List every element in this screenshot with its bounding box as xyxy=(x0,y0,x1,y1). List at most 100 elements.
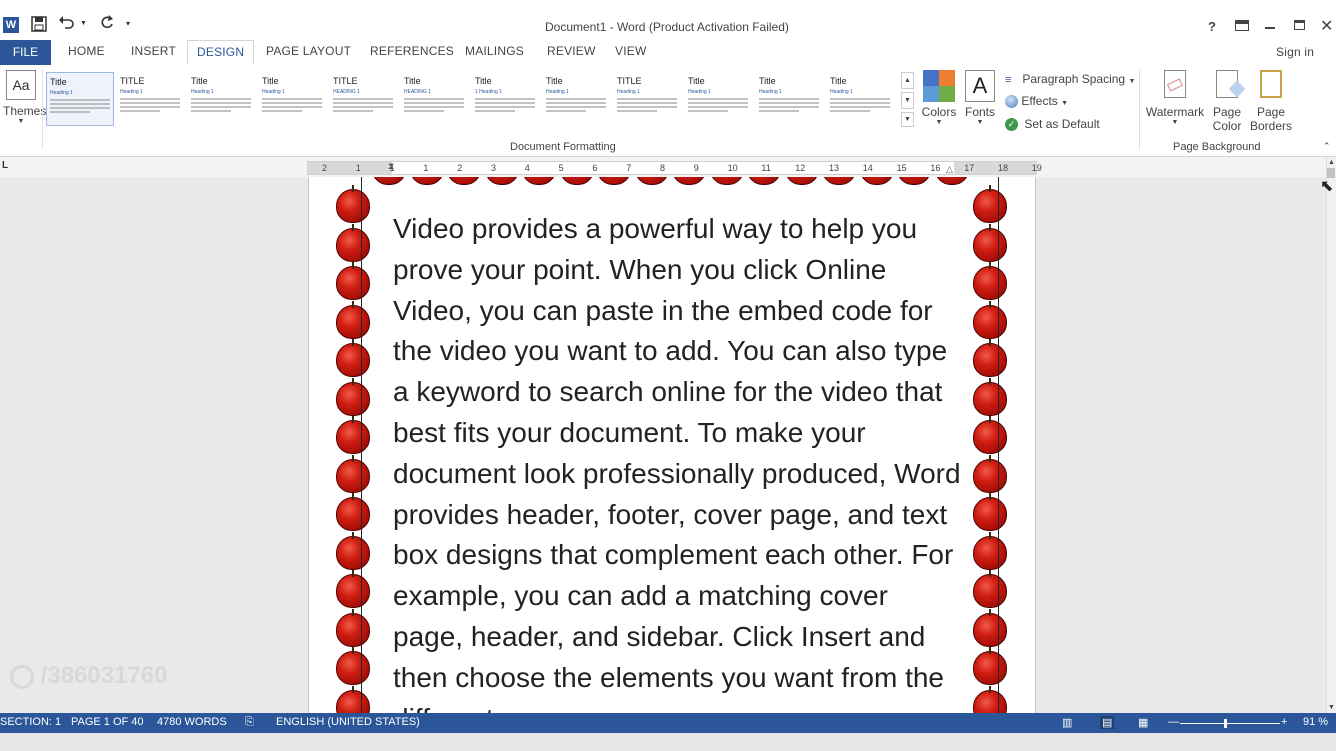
style-set-title: TITLE xyxy=(333,76,358,86)
save-icon[interactable] xyxy=(30,16,48,34)
style-set-text-line xyxy=(546,106,606,108)
set-as-default-button[interactable]: ✓ Set as Default xyxy=(1005,117,1100,133)
style-set-title: Title xyxy=(830,76,847,86)
document-area: Video provides a powerful way to help yo… xyxy=(0,177,1336,713)
zoom-in-icon[interactable]: + xyxy=(1281,716,1287,728)
tab-view[interactable]: VIEW xyxy=(615,44,646,58)
style-set-thumbnail[interactable]: Title Heading 1 xyxy=(543,72,611,126)
status-section[interactable]: SECTION: 1 xyxy=(0,716,61,728)
fonts-label: Fonts xyxy=(964,105,995,119)
proofing-icon[interactable]: ⎘ xyxy=(245,716,254,729)
ruler-tick-label: 2 xyxy=(322,163,328,173)
help-icon[interactable]: ? xyxy=(1208,19,1216,34)
zoom-slider-thumb[interactable] xyxy=(1224,719,1227,728)
apple-border-icon xyxy=(336,493,370,531)
ruler-tick-label: 18 xyxy=(998,163,1009,173)
tab-mailings[interactable]: MAILINGS xyxy=(465,44,524,58)
tab-selector[interactable]: L xyxy=(2,160,8,171)
style-set-thumbnail[interactable]: Title Heading 1 xyxy=(188,72,256,126)
customize-qat-icon[interactable]: ▾ xyxy=(126,19,130,28)
horizontal-ruler[interactable]: 2 1 1 1 2 3 4 5 6 7 8 9 10 11 12 13 14 15 16 17 18 19 ⧗ △ xyxy=(307,161,1042,175)
style-set-heading: Heading 1 xyxy=(759,89,782,95)
print-layout-icon[interactable]: ▤ xyxy=(1100,716,1115,729)
document-page[interactable]: Video provides a powerful way to help yo… xyxy=(308,177,1036,713)
status-words[interactable]: 4780 WORDS xyxy=(157,716,227,728)
gallery-more[interactable]: ▼ xyxy=(901,112,914,127)
ruler-tick-label: 13 xyxy=(829,163,840,173)
tab-references[interactable]: REFERENCES xyxy=(370,44,454,58)
zoom-slider[interactable] xyxy=(1180,719,1280,728)
style-set-thumbnail[interactable]: Title HEADING 1 xyxy=(401,72,469,126)
style-set-thumbnail[interactable]: Title 1 Heading 1 xyxy=(472,72,540,126)
watermark-button[interactable]: Watermark ▼ xyxy=(1145,70,1205,136)
tab-insert[interactable]: INSERT xyxy=(131,44,176,58)
right-indent-marker[interactable]: △ xyxy=(946,164,953,175)
word-app-icon[interactable]: W xyxy=(3,17,19,33)
scroll-up-arrow[interactable]: ▲ xyxy=(1327,159,1336,166)
style-set-text-line xyxy=(191,110,231,112)
colors-icon xyxy=(923,70,955,102)
style-set-thumbnail[interactable]: TITLE Heading 1 xyxy=(614,72,682,126)
zoom-out-icon[interactable]: — xyxy=(1168,716,1179,728)
effects-label: Effects xyxy=(1021,94,1058,108)
apple-border-icon xyxy=(934,177,969,185)
tab-file[interactable]: FILE xyxy=(0,40,51,65)
ruler-tick-label: 1 xyxy=(423,163,429,173)
body-text[interactable]: Video provides a powerful way to help yo… xyxy=(393,209,963,713)
colors-button[interactable]: Colors ▼ xyxy=(920,70,958,136)
status-page[interactable]: PAGE 1 OF 40 xyxy=(71,716,144,728)
redo-icon[interactable] xyxy=(98,14,116,32)
themes-button[interactable]: Aa Themes ▼ xyxy=(3,70,46,132)
apple-border-icon xyxy=(336,454,370,493)
close-icon[interactable]: ✕ xyxy=(1320,16,1333,36)
ribbon-display-options-icon[interactable] xyxy=(1235,20,1249,31)
style-set-thumbnail[interactable]: TITLE HEADING 1 xyxy=(330,72,398,126)
apple-border-icon xyxy=(973,416,1007,454)
style-set-text-line xyxy=(120,110,160,112)
ruler-tick-label: 14 xyxy=(862,163,873,173)
page-color-button[interactable]: Page Color xyxy=(1205,70,1249,136)
apple-border-icon xyxy=(336,223,370,262)
undo-icon[interactable] xyxy=(58,14,76,32)
zoom-level[interactable]: 91 % xyxy=(1303,716,1328,728)
tab-design[interactable]: DESIGN xyxy=(187,40,255,65)
style-set-heading: Heading 1 xyxy=(617,89,640,95)
tab-page-layout[interactable]: PAGE LAYOUT xyxy=(266,44,351,58)
paragraph-spacing-button[interactable]: ≡ Paragraph Spacing ▼ xyxy=(1005,72,1135,88)
gallery-scroll-down[interactable]: ▼ xyxy=(901,92,914,109)
style-set-text-line xyxy=(333,110,373,112)
vertical-scrollbar[interactable]: ▲ ▼ xyxy=(1326,157,1336,713)
apple-border-icon xyxy=(897,177,931,185)
gallery-scroll-up[interactable]: ▲ xyxy=(901,72,914,89)
style-set-thumbnail[interactable]: Title Heading 1 xyxy=(46,72,114,126)
style-set-text-line xyxy=(262,102,322,104)
apple-border-icon xyxy=(672,177,706,185)
undo-dropdown-icon[interactable]: ▼ xyxy=(80,20,87,27)
read-mode-icon[interactable]: ▥ xyxy=(1062,716,1072,729)
collapse-ribbon-icon[interactable]: ⌃ xyxy=(1323,141,1331,152)
apple-border-icon xyxy=(973,185,1007,223)
status-language[interactable]: ENGLISH (UNITED STATES) xyxy=(276,716,420,728)
style-set-text-line xyxy=(617,106,677,108)
apple-border-icon xyxy=(336,531,370,570)
ruler-tick-label: 11 xyxy=(761,163,771,173)
style-set-thumbnail[interactable]: Title Heading 1 xyxy=(259,72,327,126)
fonts-button[interactable]: A Fonts ▼ xyxy=(962,70,998,136)
style-set-thumbnail[interactable]: Title Heading 1 xyxy=(685,72,753,126)
tab-review[interactable]: REVIEW xyxy=(547,44,596,58)
style-set-thumbnail[interactable]: TITLE Heading 1 xyxy=(117,72,185,126)
web-layout-icon[interactable]: ▦ xyxy=(1138,716,1148,729)
effects-button[interactable]: Effects ▼ xyxy=(1005,94,1068,110)
restore-icon[interactable] xyxy=(1294,20,1305,30)
scroll-down-arrow[interactable]: ▼ xyxy=(1328,704,1335,711)
sign-in-link[interactable]: Sign in xyxy=(1276,45,1314,59)
left-indent-marker[interactable]: ⧗ xyxy=(388,161,394,172)
style-set-thumbnail[interactable]: Title Heading 1 xyxy=(827,72,895,126)
apple-border-icon xyxy=(784,177,819,185)
tab-home[interactable]: HOME xyxy=(68,44,105,58)
style-set-text-line xyxy=(617,110,657,112)
minimize-icon[interactable] xyxy=(1265,27,1275,29)
style-set-thumbnail[interactable]: Title Heading 1 xyxy=(756,72,824,126)
page-borders-button[interactable]: Page Borders xyxy=(1249,70,1293,136)
apple-border-icon xyxy=(973,570,1007,608)
